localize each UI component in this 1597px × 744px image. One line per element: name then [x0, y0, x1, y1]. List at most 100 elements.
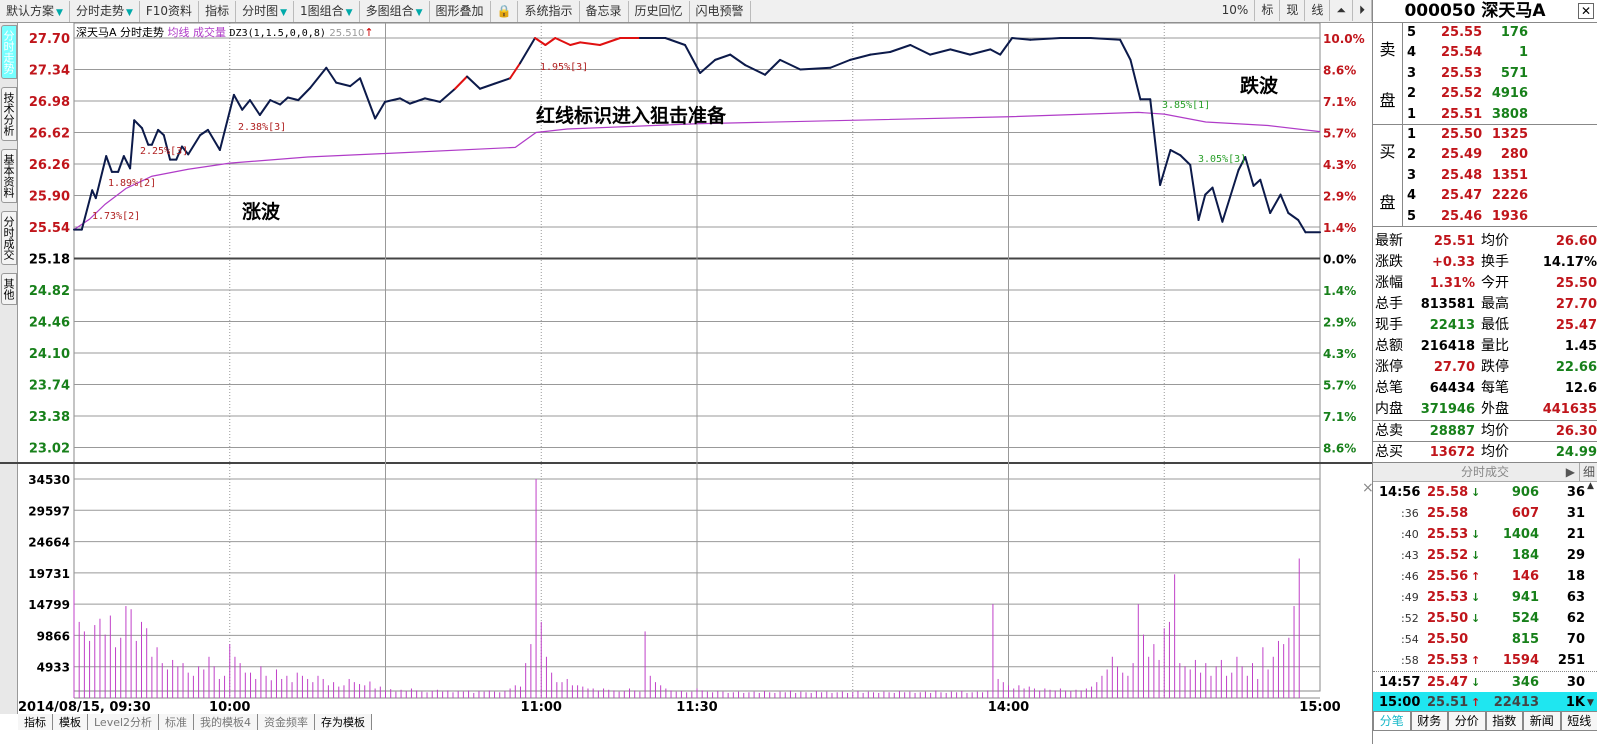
order-price: 25.48 [1441, 167, 1483, 183]
legend-avg[interactable]: 均线 [168, 26, 190, 39]
arrow-up-icon: ↑ [1471, 570, 1481, 583]
scroll-up-icon[interactable]: ▲ [1587, 481, 1597, 491]
buy-order-row[interactable]: 4 25.47 2226 [1403, 186, 1597, 206]
order-price: 25.55 [1441, 25, 1483, 40]
chart-title: 深天马A 分时走势 [76, 26, 165, 39]
stat-row: 最新 25.51 均价 26.60 [1373, 231, 1597, 252]
stat-row: 现手 22413 最低 25.47 [1373, 315, 1597, 336]
close-chart-icon[interactable]: × [1362, 480, 1372, 496]
tick-time: :43 [1401, 549, 1419, 562]
tick-row[interactable]: :52 25.50 ↓ 524 62 [1373, 608, 1597, 629]
tick-row[interactable]: :43 25.52 ↓ 184 29 [1373, 545, 1597, 566]
tick-count: 62 [1566, 611, 1585, 626]
buy-order-row[interactable]: 1 25.50 1325 [1403, 125, 1597, 145]
bottom-tab[interactable]: 指标 [18, 714, 53, 730]
pct-tick-label: 1.4% [1323, 284, 1356, 298]
stat-row: 总手 813581 最高 27.70 [1373, 294, 1597, 315]
time-tick-label: 11:30 [676, 700, 717, 714]
time-tick-label: 14:00 [988, 700, 1029, 714]
price-tick-label: 25.90 [29, 190, 70, 205]
sell-order-row[interactable]: 3 25.53 571 [1403, 64, 1597, 84]
close-icon[interactable]: ✕ [1578, 3, 1594, 19]
volume-tick-label: 9866 [37, 629, 70, 643]
pct-tick-label: 4.3% [1323, 158, 1356, 172]
price-tick-label: 23.38 [29, 410, 70, 425]
ticks-header: 分时成交 ▶ 细 [1373, 462, 1597, 482]
panel-tab[interactable]: 短线 [1560, 711, 1597, 731]
scroll-down-icon[interactable]: ▼ [1587, 698, 1597, 708]
tick-row[interactable]: :46 25.56 ↑ 146 18 [1373, 566, 1597, 587]
detail-button[interactable]: 细 [1578, 463, 1595, 482]
stat-value: 26.60 [1555, 234, 1597, 249]
bottom-tab[interactable]: 存为模板 [315, 714, 373, 730]
tick-row[interactable]: :40 25.53 ↓ 1404 21 [1373, 524, 1597, 545]
order-volume: 176 [1500, 25, 1528, 40]
bottom-tab[interactable]: 资金频率 [258, 714, 316, 730]
tick-price: 25.56 [1427, 569, 1469, 584]
stat-key: 每笔 [1481, 380, 1509, 396]
order-price: 25.49 [1441, 147, 1483, 163]
tick-row[interactable]: :49 25.53 ↓ 941 63 [1373, 587, 1597, 608]
tick-volume: 22413 [1493, 695, 1539, 710]
stat-row: 涨幅 1.31% 今开 25.50 [1373, 273, 1597, 294]
bottom-tab[interactable]: 标准 [159, 714, 195, 730]
panel-tab[interactable]: 分价 [1448, 711, 1486, 731]
tick-volume: 1404 [1502, 527, 1539, 542]
order-price: 25.54 [1441, 45, 1483, 61]
stock-code: 000050 [1404, 1, 1476, 21]
indicator-label: DZ3(1,1.5,0,0,8) [229, 28, 326, 39]
stat-key: 均价 [1481, 444, 1509, 460]
volume-tick-label: 29597 [28, 504, 70, 518]
price-tick-label: 24.46 [29, 316, 70, 331]
panel-tab[interactable]: 分笔 [1373, 711, 1411, 731]
tick-row[interactable]: 15:00 25.51 ↑ 22413 1K [1373, 692, 1597, 713]
sell-label: 卖 [1379, 40, 1396, 60]
buy-order-row[interactable]: 3 25.48 1351 [1403, 166, 1597, 186]
sell-order-row[interactable]: 4 25.54 1 [1403, 43, 1597, 63]
sell-order-row[interactable]: 2 25.52 4916 [1403, 84, 1597, 104]
tick-row[interactable]: :58 25.53 ↑ 1594 251 [1373, 650, 1597, 671]
pct-tick-label: 2.9% [1323, 316, 1356, 330]
sell-order-row[interactable]: 1 25.51 3808 [1403, 105, 1597, 125]
arrow-up-icon: ↑ [364, 26, 374, 39]
buy-order-row[interactable]: 5 25.46 1936 [1403, 207, 1597, 227]
stat-value: 26.30 [1555, 424, 1597, 439]
stat-value: 1.45 [1564, 339, 1597, 354]
price-tick-label: 25.54 [29, 221, 70, 236]
sell-order-row[interactable]: 5 25.55 176 [1403, 23, 1597, 43]
stat-key: 总额 [1375, 338, 1403, 354]
bottom-tab[interactable]: Level2分析 [88, 714, 160, 730]
bottom-tab[interactable]: 模板 [53, 714, 88, 730]
stat-value: 25.47 [1555, 318, 1597, 333]
tick-row[interactable]: :36 25.58 607 31 [1373, 503, 1597, 524]
pct-tick-label: 8.6% [1323, 64, 1356, 78]
tick-row[interactable]: :54 25.50 815 70 [1373, 629, 1597, 650]
tick-price: 25.50 [1427, 611, 1469, 626]
buy-order-row[interactable]: 2 25.49 280 [1403, 145, 1597, 165]
tick-volume: 906 [1511, 485, 1539, 500]
bottom-tab[interactable]: 我的模板4 [194, 714, 259, 730]
stat-value: 441635 [1542, 402, 1597, 417]
legend-volume[interactable]: 成交量 [193, 26, 226, 39]
stat-key: 内盘 [1375, 401, 1403, 417]
level: 3 [1407, 167, 1417, 183]
tick-time: :49 [1401, 591, 1419, 604]
play-icon[interactable]: ▶ [1566, 463, 1575, 482]
stat-value: 25.51 [1433, 234, 1475, 249]
pct-tick-label: 4.3% [1323, 347, 1356, 361]
pct-tick-label: 8.6% [1323, 442, 1356, 456]
arrow-down-icon: ↓ [1471, 591, 1481, 604]
stat-row: 总额 216418 量比 1.45 [1373, 336, 1597, 357]
stat-value: 813581 [1420, 297, 1475, 312]
tick-row[interactable]: 14:56 25.58 ↓ 906 36 [1373, 482, 1597, 503]
sell-orders: 卖盘 5 25.55 176 4 25.54 1 3 25.53 571 2 25.52 4916 1 25… [1373, 23, 1597, 125]
panel-tab[interactable]: 财务 [1410, 711, 1448, 731]
tick-count: 30 [1566, 675, 1585, 690]
panel-tab[interactable]: 新闻 [1523, 711, 1561, 731]
level: 5 [1407, 25, 1417, 40]
price-tick-label: 23.74 [29, 379, 70, 394]
chart-header: 深天马A 分时走势 均线 成交量 DZ3(1,1.5,0,0,8) 25.510… [76, 24, 374, 40]
tick-row[interactable]: 14:57 25.47 ↓ 346 30 [1373, 671, 1597, 692]
stat-value: 1.31% [1429, 276, 1475, 291]
panel-tab[interactable]: 指数 [1485, 711, 1523, 731]
